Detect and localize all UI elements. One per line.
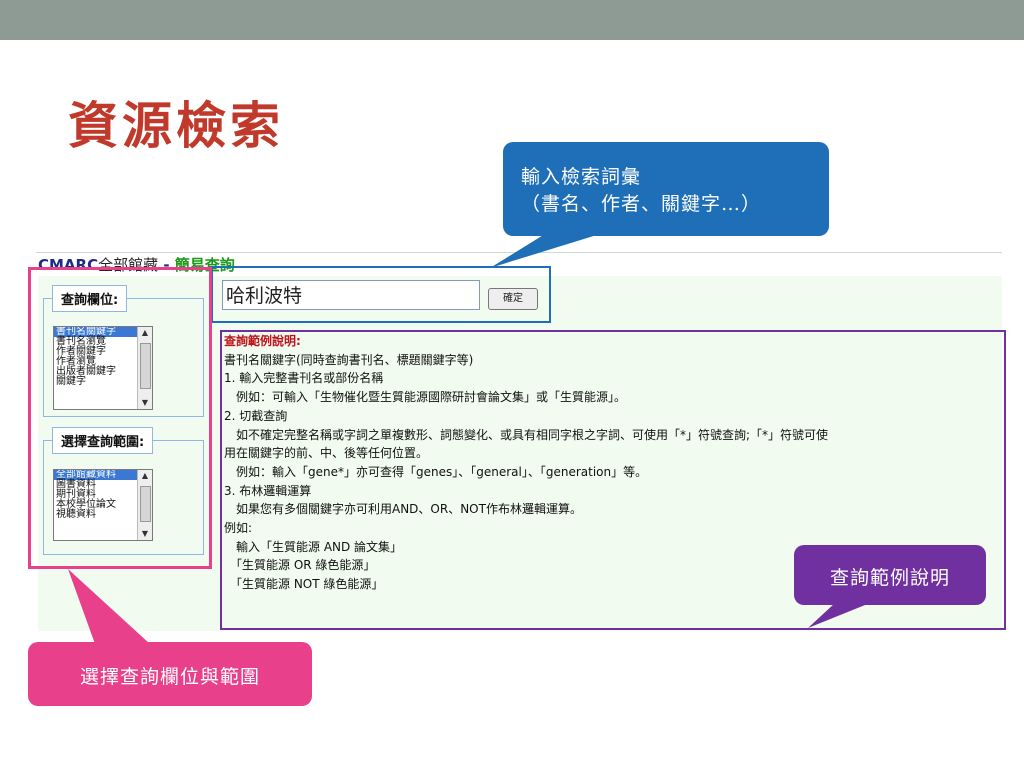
pink-callout-tail: [68, 569, 150, 644]
callout-search-terms: 輸入檢索詞彙 （書名、作者、關鍵字…）: [503, 142, 829, 236]
callout-line: （書名、作者、關鍵字…）: [521, 193, 762, 215]
callout-text: 輸入檢索詞彙 （書名、作者、關鍵字…）: [521, 164, 761, 218]
callout-selection: 選擇查詢欄位與範圍: [28, 642, 312, 706]
callout-line: 輸入檢索詞彙: [521, 166, 642, 188]
purple-callout-tail: [808, 603, 870, 628]
callout-text: 選擇查詢欄位與範圍: [79, 666, 260, 688]
blue-callout-tail: [490, 234, 600, 268]
callout-help: 查詢範例說明: [794, 545, 986, 605]
callout-text: 查詢範例說明: [829, 567, 950, 589]
